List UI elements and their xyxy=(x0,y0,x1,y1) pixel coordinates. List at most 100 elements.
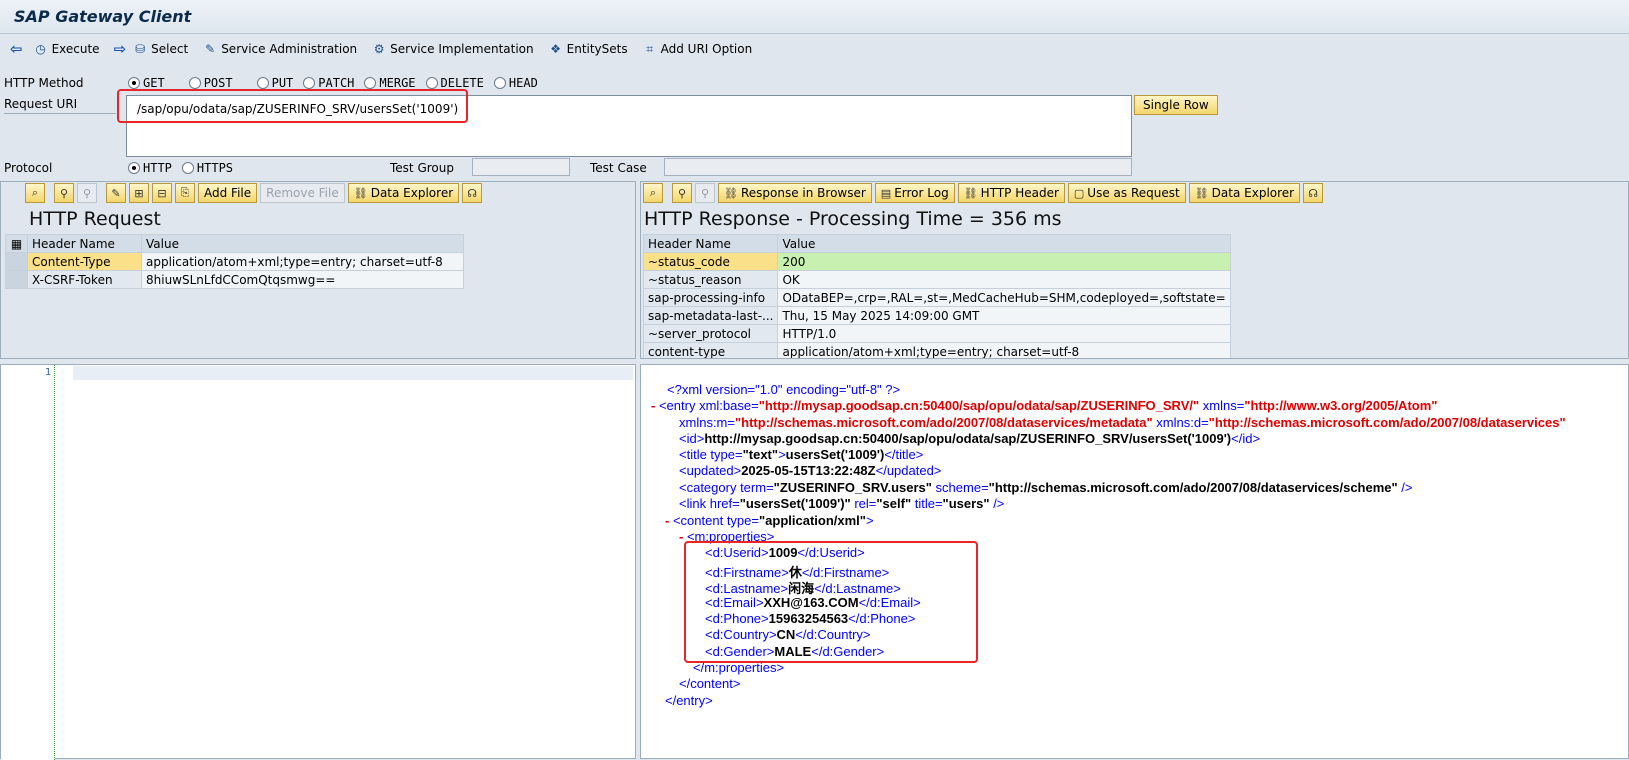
xml-line-category: <category term="ZUSERINFO_SRV.users" sch… xyxy=(679,480,1413,495)
pencil-icon[interactable]: ✎ xyxy=(106,183,126,203)
table-row[interactable]: sap-metadata-last-... Thu, 15 May 2025 1… xyxy=(642,306,1231,325)
table-row[interactable]: ~status_reason OK xyxy=(642,270,1231,289)
collapse-toggle[interactable]: - xyxy=(665,513,669,528)
radio-put[interactable]: PUT xyxy=(256,76,293,90)
http-method-label: HTTP Method xyxy=(4,76,84,90)
test-case-field[interactable] xyxy=(664,158,1132,176)
radio-get[interactable]: GET xyxy=(128,76,165,90)
request-uri-label: Request URI xyxy=(4,97,116,114)
table-row[interactable]: ~status_code 200 xyxy=(642,252,1231,271)
table-row[interactable]: content-type application/atom+xml;type=e… xyxy=(642,342,1231,358)
request-icon: ▢ xyxy=(1073,186,1085,200)
response-data-explorer-button[interactable]: ⛓ Data Explorer xyxy=(1188,183,1301,203)
http-header-button[interactable]: ⛓ HTTP Header xyxy=(957,183,1065,203)
collapse-toggle[interactable]: - xyxy=(651,398,655,413)
xml-declaration: <?xml version="1.0" encoding="utf-8" ?> xyxy=(667,382,901,397)
radio-merge[interactable]: MERGE xyxy=(364,76,416,90)
column-header-name: Header Name xyxy=(27,234,142,253)
table-row[interactable]: sap-processing-info ODataBEP=,crp=,RAL=,… xyxy=(642,288,1231,307)
headset-icon[interactable]: ☊ xyxy=(1303,183,1324,203)
explorer-icon: ⛓ xyxy=(1194,186,1209,200)
response-toolbar: ⌕ ⚲ ⚲ ⛓ Response in Browser ▤ Error Log ⛓ H… xyxy=(641,182,1628,204)
binoculars-icon[interactable]: ⚲ xyxy=(54,183,74,203)
radio-http[interactable]: HTTP xyxy=(128,161,172,175)
test-group-field[interactable] xyxy=(472,158,570,176)
collapse-toggle[interactable]: - xyxy=(679,529,683,544)
request-data-explorer-button[interactable]: ⛓ Data Explorer xyxy=(347,183,460,203)
request-body-editor[interactable]: 1 xyxy=(0,364,636,760)
column-header-value: Value xyxy=(141,234,464,253)
find-next-icon[interactable]: ⚲ xyxy=(77,183,97,203)
xml-response-viewer: <?xml version="1.0" encoding="utf-8" ?> … xyxy=(640,364,1629,759)
implementation-icon: ⚙ xyxy=(373,42,385,56)
table-row[interactable]: Content-Type application/atom+xml;type=e… xyxy=(5,252,464,271)
uri-option-icon: ⌗ xyxy=(646,42,653,56)
delete-row-icon[interactable]: ⊟ xyxy=(152,183,172,203)
radio-post[interactable]: POST xyxy=(188,76,233,90)
column-header-name: Header Name xyxy=(642,234,779,253)
find-icon[interactable]: ⌕ xyxy=(25,183,45,203)
radio-patch[interactable]: PATCH xyxy=(303,76,354,90)
app-title: SAP Gateway Client xyxy=(14,7,192,26)
entitysets-button[interactable]: ❖ EntitySets xyxy=(548,42,627,56)
use-as-request-button[interactable]: ▢ Use as Request xyxy=(1067,183,1186,203)
table-select-all-icon[interactable]: ▦ xyxy=(5,234,28,253)
table-row[interactable]: ~server_protocol HTTP/1.0 xyxy=(642,324,1231,343)
http-response-panel: ⌕ ⚲ ⚲ ⛓ Response in Browser ▤ Error Log ⛓ H… xyxy=(640,181,1629,359)
add-uri-option-button[interactable]: ⌗ Add URI Option xyxy=(642,42,752,56)
xml-line-namespaces: xmlns:m="http://schemas.microsoft.com/ad… xyxy=(679,415,1566,430)
radio-delete[interactable]: DELETE xyxy=(425,76,484,90)
request-header-table: ▦ Header Name Value Content-Type applica… xyxy=(5,234,464,289)
highlight-box-properties xyxy=(684,541,978,663)
http-request-panel: ⌕ ⚲ ⚲ ✎ ⊞ ⊟ ⎘ Add File Remove File ⛓ Data… xyxy=(0,181,636,359)
highlight-box-uri xyxy=(117,89,468,123)
http-request-title: HTTP Request xyxy=(29,208,161,230)
execute-button[interactable]: ◷ Execute xyxy=(33,42,99,56)
xml-line-id: <id>http://mysap.goodsap.cn:50400/sap/op… xyxy=(679,431,1261,446)
radio-head[interactable]: HEAD xyxy=(493,76,538,90)
find-next-icon[interactable]: ⚲ xyxy=(695,183,715,203)
xml-line-entry: - <entry xml:base="http://mysap.goodsap.… xyxy=(651,398,1438,413)
service-administration-button[interactable]: ✎ Service Administration xyxy=(202,42,357,56)
column-header-value: Value xyxy=(777,234,1231,253)
xml-line-updated: <updated>2025-05-15T13:22:48Z</updated> xyxy=(679,463,942,478)
radio-https[interactable]: HTTPS xyxy=(181,161,233,175)
xml-line-entry-close: </entry> xyxy=(665,693,713,708)
line-gutter: 1 xyxy=(1,365,55,760)
http-method-radio-group: GET POST PUT PATCH MERGE DELETE HEAD xyxy=(128,76,548,90)
single-row-button[interactable]: Single Row xyxy=(1134,95,1218,115)
main-toolbar: ⇦ ◷ Execute ⇨ ⛁ Select ✎ Service Administra… xyxy=(0,34,1629,64)
protocol-radio-group: HTTP HTTPS xyxy=(128,161,243,175)
edit-document-icon: ✎ xyxy=(205,42,216,56)
copy-icon[interactable]: ⎘ xyxy=(175,183,195,203)
request-toolbar: ⌕ ⚲ ⚲ ✎ ⊞ ⊟ ⎘ Add File Remove File ⛓ Data… xyxy=(1,182,635,204)
test-group-label: Test Group xyxy=(390,161,454,175)
database-icon: ⛁ xyxy=(135,42,146,56)
log-icon: ▤ xyxy=(880,186,892,200)
response-in-browser-button[interactable]: ⛓ Response in Browser xyxy=(718,183,872,203)
remove-file-button[interactable]: Remove File xyxy=(260,183,345,203)
service-implementation-button[interactable]: ⚙ Service Implementation xyxy=(371,42,534,56)
header-icon: ⛓ xyxy=(963,186,978,200)
xml-line-link: <link href="usersSet('1009')" rel="self"… xyxy=(679,496,1005,511)
test-case-label: Test Case xyxy=(590,161,647,175)
response-header-table: Header Name Value ~status_code 200 ~stat… xyxy=(642,234,1231,358)
explorer-icon: ⛓ xyxy=(353,186,368,200)
error-log-button[interactable]: ▤ Error Log xyxy=(874,183,955,203)
insert-row-icon[interactable]: ⊞ xyxy=(129,183,149,203)
current-line-highlight xyxy=(73,366,633,380)
table-row[interactable]: X-CSRF-Token 8hiuwSLnLfdCComQtqsmwg== xyxy=(5,270,464,289)
xml-line-title: <title type="text">usersSet('1009')</tit… xyxy=(679,447,924,462)
binoculars-icon[interactable]: ⚲ xyxy=(672,183,692,203)
title-bar: SAP Gateway Client xyxy=(0,0,1629,34)
add-file-button[interactable]: Add File xyxy=(198,183,258,203)
find-icon[interactable]: ⌕ xyxy=(643,183,663,203)
select-button[interactable]: ⛁ Select xyxy=(132,42,188,56)
back-arrow-icon[interactable]: ⇦ xyxy=(10,40,23,58)
browser-icon: ⛓ xyxy=(724,186,738,200)
protocol-label: Protocol xyxy=(4,161,53,175)
forward-arrow-icon[interactable]: ⇨ xyxy=(114,40,127,58)
xml-line-content: - <content type="application/xml"> xyxy=(665,513,874,528)
headset-icon[interactable]: ☊ xyxy=(462,183,483,203)
xml-line-content-close: </content> xyxy=(679,676,741,691)
